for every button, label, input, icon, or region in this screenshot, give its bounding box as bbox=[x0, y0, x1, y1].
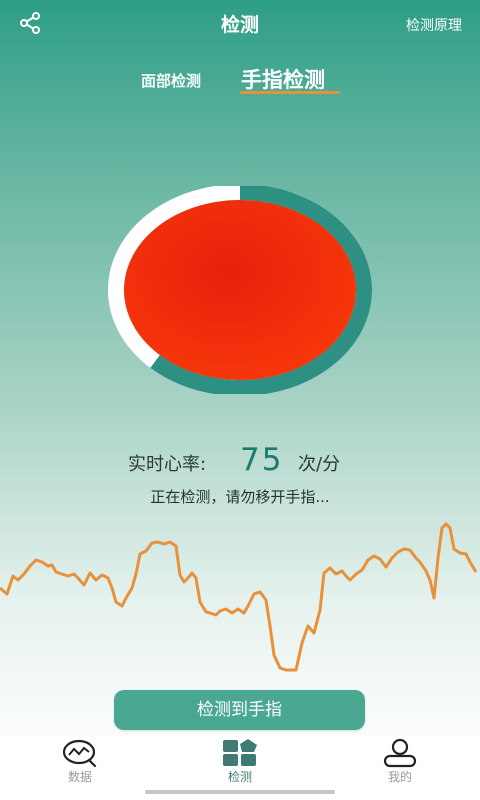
active-tab-indicator bbox=[240, 91, 340, 94]
heart-rate-value: 75 bbox=[240, 442, 284, 478]
nav-label-data: 数据 bbox=[67, 770, 92, 784]
chart-bubble-icon bbox=[62, 739, 97, 768]
pulse-wave-line bbox=[0, 522, 478, 672]
heart-rate-unit: 次/分 bbox=[298, 454, 341, 475]
nav-label-mine: 我的 bbox=[387, 770, 412, 784]
tab-finger-detection[interactable]: 手指检测 bbox=[241, 64, 325, 94]
nav-item-mine[interactable]: 我的 bbox=[360, 738, 440, 785]
nav-label-detect: 检测 bbox=[227, 770, 252, 784]
camera-preview bbox=[108, 186, 372, 394]
status-text: 正在检测，请勿移开手指... bbox=[150, 488, 330, 506]
heart-rate-readout: 实时心率: 75 次/分 bbox=[0, 442, 480, 482]
principle-link[interactable]: 检测原理 bbox=[406, 15, 462, 35]
nav-item-data[interactable]: 数据 bbox=[40, 738, 120, 785]
detect-finger-button[interactable]: 检测到手指 bbox=[114, 690, 365, 730]
mode-tabs: 面部检测 手指检测 bbox=[0, 64, 480, 100]
pulse-waveform bbox=[0, 522, 478, 672]
nav-item-detect[interactable]: 检测 bbox=[200, 738, 280, 785]
camera-red-area bbox=[124, 200, 356, 380]
app-header: 检测 检测原理 bbox=[0, 0, 480, 46]
home-indicator bbox=[145, 790, 335, 794]
heart-rate-label: 实时心率: bbox=[128, 454, 207, 475]
tab-face-detection[interactable]: 面部检测 bbox=[141, 70, 201, 91]
person-icon bbox=[383, 738, 417, 768]
grid-detect-icon bbox=[223, 739, 257, 766]
